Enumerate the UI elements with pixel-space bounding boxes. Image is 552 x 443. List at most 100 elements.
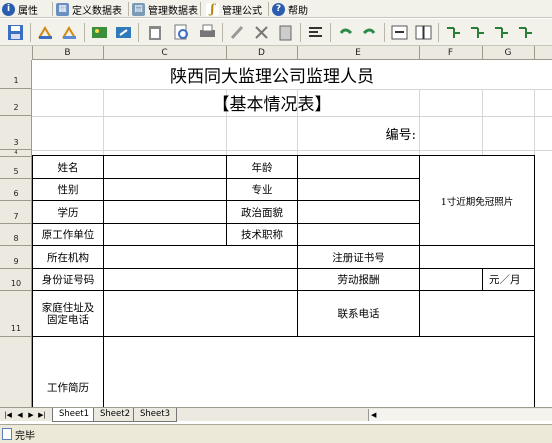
value-gender[interactable]	[104, 179, 226, 200]
scroll-left-icon[interactable]: ◀	[371, 409, 376, 421]
define-table-button[interactable]: ▦ 定义数据表	[56, 1, 122, 17]
label-address: 家庭住址及 固定电话	[33, 291, 103, 336]
redo-icon[interactable]	[360, 23, 379, 42]
corner-cell[interactable]	[0, 46, 33, 60]
label-registration-no: 注册证书号	[298, 246, 419, 268]
info-icon: i	[2, 2, 15, 16]
row-header-6[interactable]: 6	[0, 179, 31, 201]
formula-icon: ʃ	[206, 2, 219, 16]
paste-icon[interactable]	[146, 23, 165, 42]
horizontal-scrollbar[interactable]: ◀	[368, 409, 552, 421]
column-header-h[interactable]	[534, 46, 552, 60]
help-button[interactable]: ? 帮助	[272, 1, 308, 17]
brush-icon[interactable]	[228, 23, 247, 42]
form-subtitle: 【基本情况表】	[212, 95, 332, 115]
value-address[interactable]	[104, 291, 297, 336]
row-header-12[interactable]	[0, 337, 31, 407]
prev-sheet-icon[interactable]: ◀	[15, 410, 25, 420]
value-salary[interactable]	[420, 269, 482, 290]
row-header-9[interactable]: 9	[0, 246, 31, 269]
column-header-g[interactable]: G	[482, 46, 535, 60]
merge-icon[interactable]	[390, 23, 409, 42]
cut-icon[interactable]	[36, 23, 55, 42]
tab-sheet3[interactable]: Sheet3	[133, 408, 177, 422]
insert-image-icon[interactable]	[90, 23, 109, 42]
save-icon[interactable]	[6, 23, 25, 42]
row-header-10[interactable]: 10	[0, 269, 31, 291]
row-header-7[interactable]: 7	[0, 201, 31, 224]
row-header-3[interactable]: 3	[0, 116, 31, 150]
number-label: 编号:	[385, 127, 416, 143]
row-header-11[interactable]: 11	[0, 291, 31, 337]
value-organization[interactable]	[104, 246, 297, 268]
define-table-icon: ▦	[56, 2, 69, 16]
insert-col-icon[interactable]	[468, 23, 487, 42]
form-title: 陕西同大监理公司监理人员	[32, 60, 552, 89]
tab-sheet2[interactable]: Sheet2	[93, 408, 137, 422]
insert-row-icon[interactable]	[444, 23, 463, 42]
label-education: 学历	[33, 201, 103, 223]
photo-area[interactable]: 1寸近期免冠照片	[420, 156, 534, 245]
row-headers: 1 2 3 4 5 6 7 8 9 10 11	[0, 60, 32, 407]
value-id-no[interactable]	[104, 269, 297, 290]
value-original-unit[interactable]	[104, 224, 226, 245]
menu-toolbar: i 属性 ▦ 定义数据表 ▤ 管理数据表 ʃ 管理公式 ? 帮助	[0, 0, 552, 18]
properties-button[interactable]: i 属性	[2, 1, 38, 17]
label-organization: 所在机构	[33, 246, 103, 268]
print-preview-icon[interactable]	[172, 23, 191, 42]
value-age[interactable]	[298, 156, 419, 178]
table-border-right	[534, 155, 535, 407]
label-contact-phone: 联系电话	[298, 291, 419, 336]
undo-icon[interactable]	[336, 23, 355, 42]
spreadsheet-grid[interactable]: 陕西同大监理公司监理人员 【基本情况表】 编号: 姓名 年龄 性别 专业 学历 …	[32, 60, 552, 407]
label-id-no: 身份证号码	[33, 269, 103, 290]
label-salary: 劳动报酬	[298, 269, 419, 290]
value-name[interactable]	[104, 156, 226, 178]
column-header-c[interactable]: C	[103, 46, 227, 60]
sheet-tab-bar: |◀ ◀ ▶ ▶| Sheet1 Sheet2 Sheet3 ◀	[0, 407, 552, 422]
first-sheet-icon[interactable]: |◀	[3, 410, 13, 420]
delete-icon[interactable]	[492, 23, 511, 42]
status-bar: 完毕	[0, 424, 552, 443]
export-icon[interactable]	[114, 23, 133, 42]
manage-table-button[interactable]: ▤ 管理数据表	[132, 1, 198, 17]
column-header-d[interactable]: D	[226, 46, 298, 60]
split-icon[interactable]	[414, 23, 433, 42]
salary-unit: 元／月	[489, 274, 521, 286]
last-sheet-icon[interactable]: ▶|	[37, 410, 47, 420]
value-contact-phone[interactable]	[420, 291, 534, 336]
label-age: 年龄	[227, 156, 297, 178]
value-registration-no[interactable]	[420, 246, 534, 268]
value-major[interactable]	[298, 179, 419, 200]
tab-sheet1[interactable]: Sheet1	[52, 408, 96, 422]
align-icon[interactable]	[306, 23, 325, 42]
copy-icon[interactable]	[60, 23, 79, 42]
value-political-status[interactable]	[298, 201, 419, 223]
column-headers: B C D E F G	[0, 46, 552, 60]
row-header-5[interactable]: 5	[0, 156, 31, 179]
label-resume: 工作简历	[33, 337, 103, 407]
label-tech-title: 技术职称	[227, 224, 297, 245]
value-education[interactable]	[104, 201, 226, 223]
label-major: 专业	[227, 179, 297, 200]
row-header-8[interactable]: 8	[0, 224, 31, 246]
value-resume[interactable]	[104, 337, 534, 407]
next-sheet-icon[interactable]: ▶	[26, 410, 36, 420]
label-address-line2: 固定电话	[47, 313, 89, 326]
icon-toolbar	[0, 19, 552, 46]
value-tech-title[interactable]	[298, 224, 419, 245]
column-header-f[interactable]: F	[419, 46, 483, 60]
clipboard-icon[interactable]	[276, 23, 295, 42]
manage-table-icon: ▤	[132, 2, 145, 16]
format-icon[interactable]	[252, 23, 271, 42]
column-header-b[interactable]: B	[32, 46, 104, 60]
label-address-line1: 家庭住址及	[41, 301, 95, 314]
label-gender: 性别	[33, 179, 103, 200]
print-icon[interactable]	[198, 23, 217, 42]
manage-formula-button[interactable]: ʃ 管理公式	[206, 1, 262, 17]
row-header-2[interactable]: 2	[0, 89, 31, 116]
column-header-e[interactable]: E	[297, 46, 420, 60]
row-header-1[interactable]: 1	[0, 60, 31, 89]
filter-icon[interactable]	[516, 23, 535, 42]
label-political-status: 政治面貌	[227, 201, 297, 223]
